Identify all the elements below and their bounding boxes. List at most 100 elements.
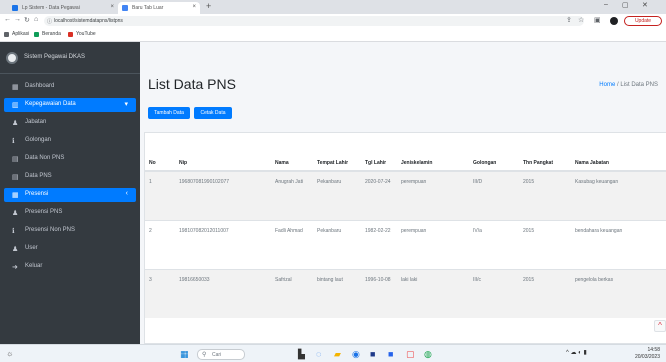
taskbar: ☼ ▦ ⚲ Cari ▙ ◌ ▰ ◉ ■ ■ ▢ ◍ ^ ☁ ◐ ▮ 14:58… <box>0 344 666 362</box>
file-explorer-icon[interactable]: ▰ <box>334 349 341 360</box>
extensions-icon[interactable]: ▣ <box>594 16 601 24</box>
sidebar-item-label: Data PNS <box>25 173 52 179</box>
close-icon[interactable]: × <box>192 4 196 10</box>
sidebar-item-presensi-pns[interactable]: ♟ Presensi PNS <box>4 206 136 220</box>
minimize-icon[interactable]: – <box>604 1 608 8</box>
chrome-icon[interactable]: ◉ <box>352 349 360 360</box>
bookmarks-bar: Aplikasi Beranda YouTube <box>0 28 666 42</box>
column-header[interactable]: Nip <box>175 133 271 172</box>
column-header[interactable]: Thn Pangkat <box>519 133 571 172</box>
bookmark-icon <box>34 32 39 37</box>
table-cell: 1996-10-08 <box>361 268 397 318</box>
new-tab-button[interactable]: + <box>206 1 211 11</box>
table-header-row: No Nip Nama Tempat Lahir Tgl Lahir Jeniskelam… <box>145 133 666 172</box>
table-row[interactable]: 2 198107082012011007 Fadli Ahmad Pekanbaru 1… <box>145 219 666 269</box>
system-tray[interactable]: ^ ☁ ◐ ▮ <box>566 349 587 356</box>
search-placeholder: Cari <box>212 352 222 358</box>
table-cell: 198107082012011007 <box>175 219 271 269</box>
sidebar-item-label: Kepegawaian Data <box>25 101 76 107</box>
task-view-icon[interactable]: ▙ <box>298 349 305 360</box>
browser-tab-2[interactable]: Baru Tab Luar × <box>118 2 200 14</box>
book-icon: ▥ <box>12 102 19 109</box>
sidebar-item-kepegawaian-data[interactable]: ▥ Kepegawaian Data ▾ <box>4 98 136 112</box>
add-data-button[interactable]: Tambah Data <box>148 107 190 119</box>
maximize-icon[interactable]: ▢ <box>622 1 629 9</box>
sidebar-item-data-non-pns[interactable]: ▤ Data Non PNS <box>4 152 136 166</box>
sidebar-item-golongan[interactable]: ℹ Golongan <box>4 134 136 148</box>
widgets-icon[interactable]: ☼ <box>6 349 13 358</box>
sidebar-item-label: Presensi Non PNS <box>25 227 76 233</box>
edge-icon[interactable]: ◌ <box>316 349 321 359</box>
table-cell: laki laki <box>397 268 469 318</box>
column-header[interactable]: Nama <box>271 133 313 172</box>
update-button[interactable]: Update <box>624 16 662 26</box>
clock[interactable]: 14:58 20/03/2023 <box>620 347 660 361</box>
sidebar-item-user[interactable]: ♟ User <box>4 242 136 256</box>
column-header[interactable]: Tgl Lahir <box>361 133 397 172</box>
sidebar-item-dashboard[interactable]: ▦ Dashboard <box>4 80 136 94</box>
user-icon: ♟ <box>12 210 19 217</box>
home-icon[interactable]: ⌂ <box>34 16 38 23</box>
bookmark-beranda[interactable]: Beranda <box>34 31 61 37</box>
app-icon-3[interactable]: ◍ <box>424 349 432 360</box>
url-input[interactable]: ⓘ localhost/sistemdatapns/listpns <box>44 16 584 26</box>
sidebar-item-presensi[interactable]: ▦ Presensi ‹ <box>4 188 136 202</box>
brand[interactable]: Sistem Pegawai DKAS <box>0 42 140 74</box>
breadcrumb: Home / List Data PNS <box>599 82 658 88</box>
address-bar-row: ← → ↻ ⌂ ⓘ localhost/sistemdatapns/listpn… <box>0 14 666 28</box>
taskbar-search[interactable]: ⚲ Cari <box>197 349 245 360</box>
column-header[interactable]: Nama Jabatan <box>571 133 666 172</box>
app-icon[interactable]: ■ <box>388 349 393 359</box>
calendar-icon: ▦ <box>12 192 19 199</box>
reload-icon[interactable]: ↻ <box>24 16 30 24</box>
tachometer-icon: ▦ <box>12 84 19 91</box>
column-header[interactable]: No <box>145 133 175 172</box>
bookmark-apps[interactable]: Aplikasi <box>4 31 29 37</box>
sidebar-item-presensi-non-pns[interactable]: ℹ Presensi Non PNS <box>4 224 136 238</box>
sidebar-item-keluar[interactable]: ➜ Keluar <box>4 260 136 274</box>
bookmark-label: Beranda <box>42 31 61 37</box>
tab-title: Baru Tab Luar <box>132 5 164 11</box>
column-header[interactable]: Golongan <box>469 133 519 172</box>
table-cell: bendahara keuangan <box>571 219 666 269</box>
windows-start-icon[interactable]: ▦ <box>180 349 189 360</box>
table-cell: perempuan <box>397 170 469 220</box>
sidebar-item-label: Presensi PNS <box>25 209 63 215</box>
scroll-to-top-button[interactable]: ^ <box>654 320 666 332</box>
breadcrumb-home-link[interactable]: Home <box>599 82 615 88</box>
browser-tab-1[interactable]: Lp Sistem - Data Pegawai × <box>8 2 118 14</box>
table-row[interactable]: 1 196807081990102077 Anugrah Jati Pekanbaru… <box>145 170 666 220</box>
store-icon[interactable]: ■ <box>370 349 375 359</box>
bookmark-youtube[interactable]: YouTube <box>68 31 96 37</box>
close-icon[interactable]: × <box>110 4 114 10</box>
sidebar-item-data-pns[interactable]: ▤ Data PNS <box>4 170 136 184</box>
browser-tab-bar: Lp Sistem - Data Pegawai × Baru Tab Luar… <box>0 0 666 14</box>
users-icon: ♟ <box>12 246 19 253</box>
star-icon[interactable]: ☆ <box>578 16 584 24</box>
back-icon[interactable]: ← <box>4 16 11 23</box>
share-icon[interactable]: ⇪ <box>566 16 572 24</box>
table-row[interactable]: 3 19816650033 Safrizal bintang laut 1996-10-… <box>145 268 666 318</box>
app-icon-2[interactable]: ▢ <box>406 349 415 360</box>
table-cell: pengelola berkas <box>571 268 666 318</box>
chevron-icon: ‹ <box>125 190 128 197</box>
close-window-icon[interactable]: ✕ <box>642 1 648 9</box>
table-cell: III/D <box>469 170 519 220</box>
apps-icon <box>4 32 9 37</box>
table-cell: Anugrah Jati <box>271 170 313 220</box>
tab-title: Lp Sistem - Data Pegawai <box>22 5 80 11</box>
forward-icon[interactable]: → <box>14 16 21 23</box>
table-cell: IV/a <box>469 219 519 269</box>
info-icon: ⓘ <box>47 19 53 25</box>
table-cell: 3 <box>145 268 175 318</box>
table-cell: 2020-07-24 <box>361 170 397 220</box>
sidebar-item-jabatan[interactable]: ♟ Jabatan <box>4 116 136 130</box>
url-text: localhost/sistemdatapns/listpns <box>54 18 123 24</box>
column-header[interactable]: Tempat Lahir <box>313 133 361 172</box>
table-cell: Kasubag keuangan <box>571 170 666 220</box>
print-data-button[interactable]: Cetak Data <box>194 107 232 119</box>
column-header[interactable]: Jeniskelamin <box>397 133 469 172</box>
bookmark-label: YouTube <box>76 31 96 37</box>
profile-avatar[interactable] <box>610 17 618 25</box>
table-cell: Fadli Ahmad <box>271 219 313 269</box>
